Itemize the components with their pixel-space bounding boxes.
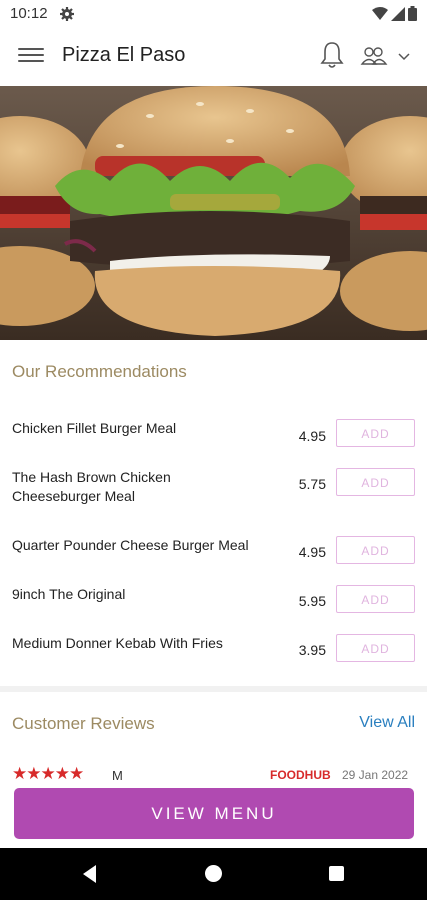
- add-button[interactable]: ADD: [336, 536, 415, 564]
- item-name: Chicken Fillet Burger Meal: [12, 420, 177, 436]
- bell-icon[interactable]: [318, 40, 346, 70]
- item-name: Medium Donner Kebab With Fries: [12, 635, 223, 651]
- recent-apps-icon[interactable]: [329, 866, 344, 881]
- account-switcher[interactable]: [360, 42, 414, 72]
- star-rating: ★★★★★: [12, 764, 84, 783]
- item-name: 9inch The Original: [12, 586, 126, 602]
- item-price: 5.75: [298, 476, 326, 492]
- back-icon[interactable]: [80, 864, 100, 884]
- burger-illustration: [0, 86, 427, 340]
- gear-icon: [60, 7, 74, 21]
- view-menu-button[interactable]: VIEW MENU: [14, 788, 414, 839]
- wifi-icon: [372, 6, 388, 20]
- battery-icon: [408, 6, 417, 21]
- item-price: 5.95: [298, 593, 326, 609]
- cta-bar: VIEW MENU: [0, 782, 427, 848]
- review-date: 29 Jan 2022: [342, 768, 409, 782]
- section-divider: [0, 686, 427, 692]
- reviews-title: Customer Reviews: [12, 714, 155, 733]
- item-price: 4.95: [298, 428, 326, 444]
- add-button[interactable]: ADD: [336, 634, 415, 662]
- system-nav-bar: [0, 848, 427, 900]
- signal-icon: [391, 6, 405, 21]
- hero-image: [0, 86, 427, 340]
- app-bar: Pizza El Paso: [0, 28, 427, 86]
- view-all-link[interactable]: View All: [359, 714, 415, 732]
- status-bar: 10:12: [0, 0, 427, 28]
- item-name: The Hash Brown Chicken Cheeseburger Meal: [12, 469, 171, 504]
- add-button[interactable]: ADD: [336, 419, 415, 447]
- item-name: Quarter Pounder Cheese Burger Meal: [12, 537, 249, 553]
- reviewer-name: M: [112, 768, 123, 783]
- page-title: Pizza El Paso: [62, 44, 186, 66]
- user-group-icon: [360, 47, 388, 65]
- status-time: 10:12: [10, 5, 48, 22]
- item-price: 3.95: [298, 642, 326, 658]
- add-button[interactable]: ADD: [336, 585, 415, 613]
- review-source: FOODHUB: [270, 768, 331, 782]
- chevron-down-icon: [398, 53, 410, 61]
- home-icon[interactable]: [205, 865, 222, 882]
- recommendations-title: Our Recommendations: [12, 362, 187, 381]
- menu-icon[interactable]: [18, 44, 44, 70]
- add-button[interactable]: ADD: [336, 468, 415, 496]
- status-icons: [372, 6, 417, 21]
- item-price: 4.95: [298, 544, 326, 560]
